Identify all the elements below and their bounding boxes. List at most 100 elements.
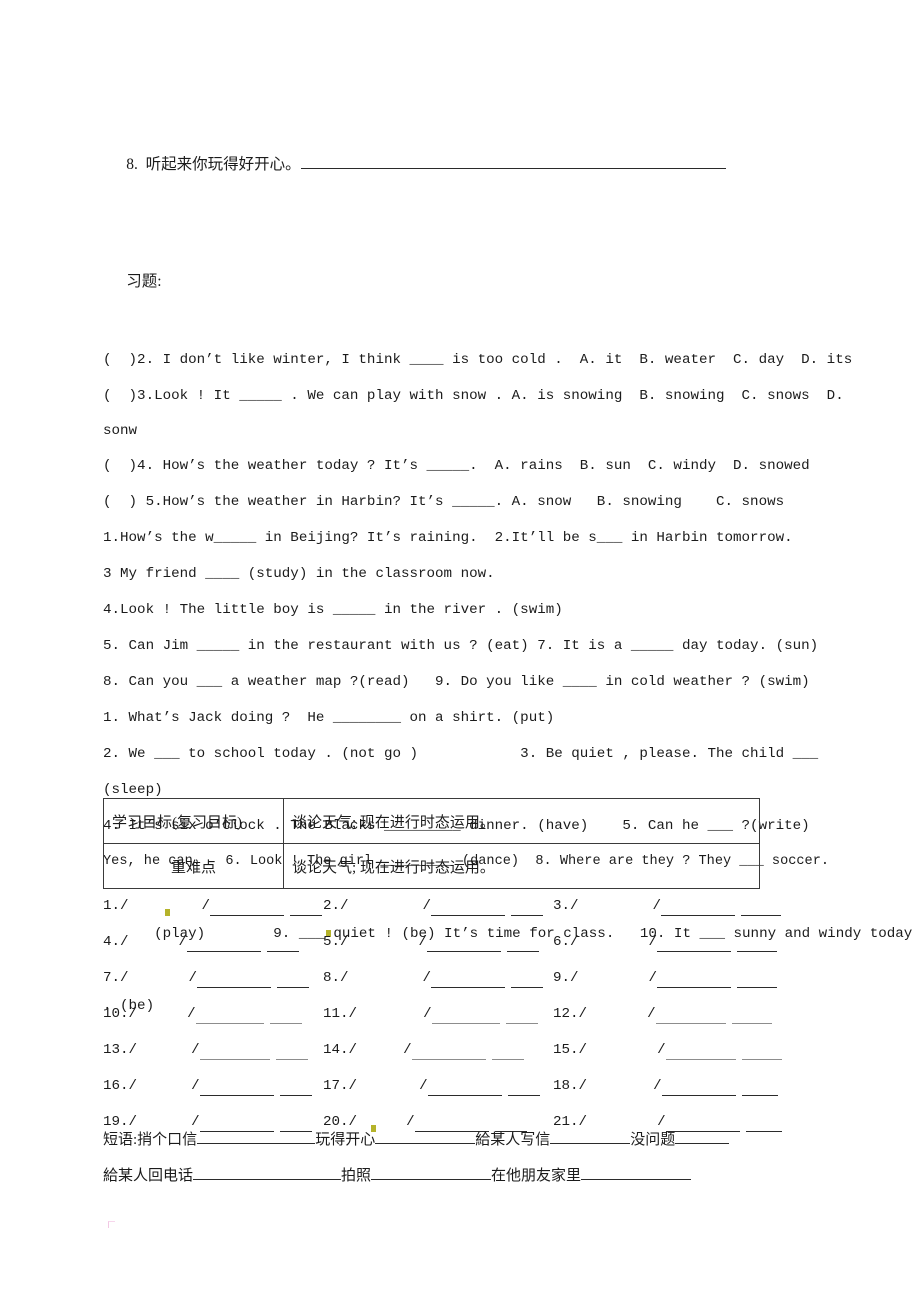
- grid-cell: 1. / /: [103, 898, 323, 916]
- grid-slash: /: [578, 1078, 588, 1094]
- grid-slash: /: [418, 934, 428, 950]
- grid-item-number: 3.: [553, 898, 571, 914]
- grid-slash: /: [570, 898, 579, 914]
- fill-question-4: 4.Look ! The little boy is _____ in the …: [103, 602, 563, 618]
- grammar-question-1: 1. What’s Jack doing ? He ________ on a …: [103, 710, 555, 726]
- choice-question-2: ( )2. I don’t like winter, I think ____ …: [103, 352, 853, 368]
- grid-blank: [195, 1009, 264, 1024]
- sentence-8: 8. 听起来你玩得好开心。: [103, 108, 817, 222]
- phrase-text: 没问题: [630, 1132, 676, 1148]
- fill-question-8: 8. Can you ___ a weather map ?(read) 9. …: [103, 674, 810, 690]
- grid-item-number: 9.: [553, 970, 571, 986]
- grid-item-number: 8.: [323, 970, 341, 986]
- grid-blank: [737, 937, 778, 952]
- grid-slash: /: [570, 970, 579, 986]
- phrase-text: 玩得开心: [315, 1132, 376, 1148]
- exercises-heading: 习题:: [126, 273, 162, 290]
- grid-blank: [431, 901, 506, 916]
- phrase-text: 捎个口信: [137, 1132, 198, 1148]
- grid-slash: /: [201, 898, 211, 914]
- grid-blank: [427, 1081, 502, 1096]
- grid-cell: 8. / /: [323, 970, 553, 988]
- sentence-8-answer-rule: [300, 154, 726, 169]
- grid-slash: /: [340, 934, 349, 950]
- grid-blank: [741, 901, 782, 916]
- grid-blank: [511, 901, 544, 916]
- grid-slash: /: [648, 970, 658, 986]
- phrase-line-2: 給某人回电话 拍照 在他朋友家里: [103, 1158, 817, 1194]
- grid-slash: /: [120, 970, 129, 986]
- grammar-question-2: 2. We ___ to school today . (not go ) 3.…: [103, 746, 819, 762]
- grid-cell: 10. / /: [103, 1006, 323, 1024]
- phrase-blank: [193, 1165, 342, 1180]
- grid-blank: [737, 973, 778, 988]
- phrase-blank: [550, 1129, 631, 1144]
- grid-blank: [507, 937, 540, 952]
- fill-question-1: 1.How’s the w_____ in Beijing? It’s rain…: [103, 530, 793, 546]
- phrase-text: 給某人回电话: [103, 1168, 194, 1184]
- grid-item-number: 7.: [103, 970, 121, 986]
- grid-item-number: 10.: [103, 1006, 129, 1022]
- grid-slash: /: [647, 1006, 656, 1022]
- grid-item-number: 17.: [323, 1078, 349, 1094]
- grid-row: 16. / / 17. / / 18. / /: [103, 1060, 817, 1096]
- phrase-line-1: 短语:捎个口信 玩得开心 給某人写信 没问题: [103, 1122, 817, 1158]
- grid-blank: [197, 973, 272, 988]
- grid-blank: [269, 1009, 302, 1024]
- grid-slash: /: [348, 1006, 358, 1022]
- grid-blank: [290, 901, 323, 916]
- document-page: 8. 听起来你玩得好开心。 习题: ( )2. I don’t like win…: [0, 0, 920, 1302]
- grid-cell: 7. / /: [103, 970, 323, 988]
- fill-question-5: 5. Can Jim _____ in the restaurant with …: [103, 638, 819, 654]
- scan-artifact-speck: [108, 1221, 115, 1228]
- grid-slash: /: [340, 970, 349, 986]
- phrase-section-label: 短语:: [103, 1132, 138, 1148]
- grid-cell: 18. / /: [553, 1078, 778, 1096]
- grid-cell: 15. / /: [553, 1042, 782, 1060]
- choice-question-3: ( )3.Look ! It _____ . We can play with …: [103, 388, 844, 404]
- grid-row: 4. / / 5. / / 6. / /: [103, 916, 817, 952]
- choice-question-4: ( )4. How’s the weather today ? It’s ___…: [103, 458, 810, 474]
- table-row: 学习目标(复习目标) 谈论天气; 现在进行时态运用。: [103, 798, 760, 844]
- grid-cell: 11. / /: [323, 1006, 553, 1024]
- olive-square-mark-icon: [164, 909, 170, 916]
- grid-blank: [210, 901, 285, 916]
- grid-slash: /: [188, 970, 198, 986]
- grid-slash: /: [422, 970, 432, 986]
- grid-blank: [657, 973, 732, 988]
- grid-blank: [655, 1009, 726, 1024]
- grid-slash: /: [422, 898, 432, 914]
- grid-blank: [741, 1045, 782, 1060]
- grid-blank: [277, 973, 310, 988]
- grid-slash: /: [653, 1078, 662, 1094]
- phrase-blank: [581, 1165, 692, 1180]
- grid-cell: 12. / /: [553, 1006, 772, 1024]
- grid-blank: [511, 973, 544, 988]
- phrase-blank: [197, 1129, 316, 1144]
- choice-question-5: ( ) 5.How’s the weather in Harbin? It’s …: [103, 494, 785, 510]
- grid-blank: [431, 973, 506, 988]
- grid-cell: 3. / /: [553, 898, 782, 916]
- grid-slash: /: [128, 1078, 138, 1094]
- phrase-text: 給某人写信: [475, 1132, 551, 1148]
- grid-cell: 9. / /: [553, 970, 778, 988]
- grid-cell: 5. / /: [323, 934, 553, 952]
- phrase-text: 拍照: [341, 1168, 372, 1184]
- grid-item-number: 16.: [103, 1078, 129, 1094]
- fill-question-3: 3 My friend ____ (study) in the classroo…: [103, 566, 495, 582]
- grid-slash: /: [652, 898, 662, 914]
- grid-slash: /: [657, 1042, 666, 1058]
- grid-blank: [507, 1081, 540, 1096]
- grid-item-number: 2.: [323, 898, 341, 914]
- grid-slash: /: [120, 898, 129, 914]
- grid-blank: [491, 1045, 524, 1060]
- grid-slash: /: [191, 1042, 200, 1058]
- grid-item-number: 5.: [323, 934, 341, 950]
- grid-item-number: 11.: [323, 1006, 349, 1022]
- grid-item-number: 18.: [553, 1078, 579, 1094]
- grid-slash: /: [178, 934, 188, 950]
- grid-item-number: 1.: [103, 898, 121, 914]
- grid-slash: /: [570, 934, 579, 950]
- grid-cell: 16. / /: [103, 1078, 323, 1096]
- grid-slash: /: [340, 898, 349, 914]
